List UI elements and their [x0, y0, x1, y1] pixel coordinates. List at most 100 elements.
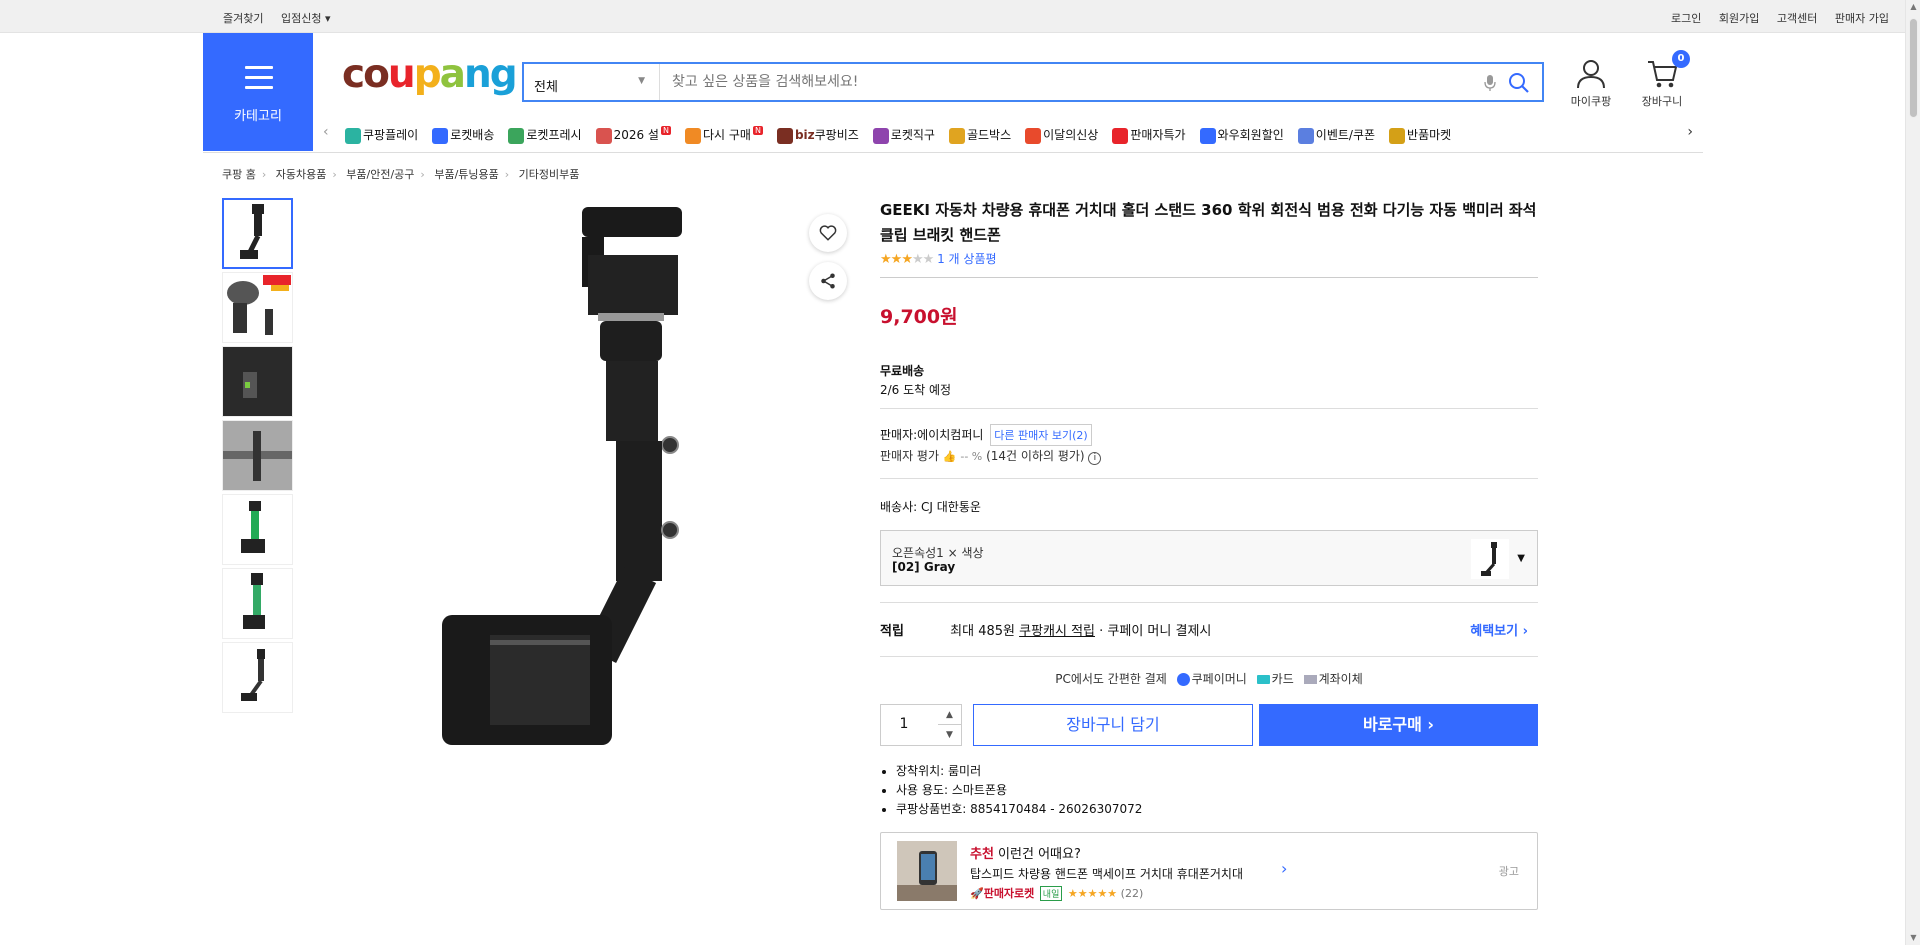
product-price: 9,700원	[880, 306, 958, 328]
user-icon	[1577, 60, 1605, 89]
search-category-select[interactable]: 전체 ▼	[524, 64, 660, 100]
breadcrumb-item[interactable]: 쿠팡 홈	[222, 168, 256, 181]
breadcrumb-item[interactable]: 기타정비부품	[519, 168, 580, 181]
quantity-increase-icon[interactable]: ▲	[938, 705, 961, 725]
main-product-image[interactable]	[430, 195, 760, 755]
recommendation-name: 탑스피드 차량용 핸드폰 맥세이프 거치대 휴대폰거치대	[970, 867, 1243, 881]
nav-item-9[interactable]: 이달의신상	[1025, 126, 1098, 144]
nav-item-12[interactable]: 이벤트/쿠폰	[1297, 126, 1375, 144]
mypage-button[interactable]: 마이쿠팡	[1561, 58, 1621, 109]
nav-item-5[interactable]: 다시 구매 N	[684, 126, 763, 144]
divider	[880, 478, 1538, 479]
nav-item-icon	[1389, 127, 1406, 144]
spec-item: 쿠팡상품번호: 8854170484 - 26026307072	[896, 800, 1142, 819]
wishlist-button[interactable]	[809, 214, 847, 252]
points-row: 적립 최대 485원 쿠팡캐시 적립 · 쿠페이 머니 결제시 혜택보기 ›	[880, 620, 1538, 639]
benefit-link[interactable]: 혜택보기 ›	[1470, 620, 1528, 639]
nav-prev-arrow-icon[interactable]: ‹	[323, 124, 329, 140]
coupang-cash-link[interactable]: 쿠팡캐시 적립	[1019, 624, 1095, 639]
recommendation-image	[897, 841, 957, 901]
title-divider	[880, 277, 1538, 278]
nav-item-7[interactable]: 로켓직구	[872, 126, 935, 144]
microphone-icon[interactable]	[1484, 74, 1496, 96]
buy-now-button[interactable]: 바로구매 ›	[1259, 704, 1538, 746]
seller-row: 판매자:에이치컴퍼니 다른 판매자 보기(2)	[880, 424, 1092, 446]
spec-item: 장착위치: 룸미러	[896, 762, 1142, 781]
breadcrumb-item[interactable]: 부품/안전/공구	[346, 168, 414, 181]
chevron-down-icon: ▼	[1517, 553, 1525, 564]
login-link[interactable]: 로그인	[1671, 12, 1701, 25]
nav-item-icon	[872, 127, 889, 144]
coupang-logo[interactable]: coupang	[342, 52, 518, 97]
category-menu-button[interactable]: 카테고리	[203, 33, 313, 151]
customer-center-link[interactable]: 고객센터	[1777, 12, 1817, 25]
scroll-down-arrow-icon[interactable]: ▼	[1909, 933, 1918, 943]
seller-rocket-badge: 🚀판매자로켓	[970, 887, 1035, 900]
option-select[interactable]: 오픈속성1 × 색상 [02] Gray ▼	[880, 530, 1538, 586]
scroll-up-arrow-icon[interactable]: ▲	[1909, 2, 1918, 12]
nav-item-8[interactable]: 골드박스	[948, 126, 1011, 144]
nav-item-10[interactable]: 판매자특가	[1112, 126, 1186, 144]
nav-next-arrow-icon[interactable]: ›	[1681, 124, 1693, 140]
thumbnail-4[interactable]	[222, 420, 293, 491]
nav-divider	[203, 152, 1703, 153]
add-to-cart-button[interactable]: 장바구니 담기	[973, 704, 1253, 746]
bookmark-link[interactable]: 즐겨찾기	[223, 12, 263, 25]
other-sellers-button[interactable]: 다른 판매자 보기(2)	[990, 424, 1092, 446]
shipping-date: 2/6 도착 예정	[880, 383, 952, 397]
nav-item-icon	[1297, 127, 1314, 144]
info-icon[interactable]: i	[1088, 452, 1102, 465]
signup-link[interactable]: 회원가입	[1719, 12, 1759, 25]
nav-item-3[interactable]: 로켓프레시	[508, 126, 582, 144]
breadcrumb-item[interactable]: 부품/튜닝용품	[434, 168, 498, 181]
thumbnail-7[interactable]	[222, 642, 293, 713]
category-label: 카테고리	[234, 109, 282, 124]
option-thumbnail	[1471, 539, 1509, 579]
top-utility-bar: 즐겨찾기 입점신청 ▾ 로그인 회원가입 고객센터 판매자 가입	[0, 0, 1905, 33]
ad-label: 광고	[1498, 865, 1519, 878]
thumbnail-1[interactable]	[222, 198, 293, 269]
share-icon	[821, 273, 835, 289]
card-icon	[1256, 675, 1270, 684]
share-button[interactable]	[809, 262, 847, 300]
nav-item-2[interactable]: 로켓배송	[432, 126, 494, 144]
divider	[880, 408, 1538, 409]
nav-item-6[interactable]: biz쿠팡비즈	[776, 126, 859, 144]
nav-item-icon	[1025, 127, 1042, 144]
chevron-right-icon[interactable]: ›	[1281, 859, 1287, 878]
scrollbar-thumb[interactable]	[1909, 18, 1918, 118]
quantity-input[interactable]: 1	[880, 704, 928, 746]
bank-icon	[1303, 675, 1317, 684]
seller-rating-row: 판매자 평가 👍 -- % (14건 이하의 평가) i	[880, 447, 1102, 465]
hamburger-icon	[245, 66, 273, 96]
seller-signup-link[interactable]: 판매자 가입	[1835, 12, 1889, 25]
nav-item-icon	[1199, 127, 1216, 144]
breadcrumb-item[interactable]: 자동차용품	[276, 168, 327, 181]
thumbnail-2[interactable]	[222, 272, 293, 343]
tomorrow-badge: 내일	[1039, 886, 1063, 901]
rating-stars: ★★★★★	[1067, 887, 1118, 900]
new-badge: N	[660, 126, 671, 135]
thumbnail-3[interactable]	[222, 346, 293, 417]
quantity-decrease-icon[interactable]: ▼	[938, 725, 961, 745]
thumbnail-6[interactable]	[222, 568, 293, 639]
nav-item-icon	[432, 127, 449, 144]
category-shortcut-nav: ‹ 쿠팡플레이 로켓배송 로켓프레시 2026 설 N 다시 구매 N biz쿠팡비즈 로켓직구…	[323, 118, 1693, 152]
product-thumbnails	[222, 198, 293, 716]
nav-item-icon	[595, 127, 612, 144]
nav-item-13[interactable]: 반품마켓	[1389, 126, 1451, 144]
nav-item-4[interactable]: 2026 설N	[595, 126, 671, 144]
spec-item: 사용 용도: 스마트폰용	[896, 781, 1142, 800]
nav-item-icon	[1112, 127, 1129, 144]
recommendation-card[interactable]: 추천 이런건 어때요? 탑스피드 차량용 핸드폰 맥세이프 거치대 휴대폰거치대…	[880, 832, 1538, 910]
page-scrollbar[interactable]: ▲ ▼	[1905, 0, 1920, 945]
nav-item-icon	[508, 127, 525, 144]
thumbnail-5[interactable]	[222, 494, 293, 565]
seller-apply-link[interactable]: 입점신청 ▾	[281, 12, 331, 25]
nav-item-1[interactable]: 쿠팡플레이	[345, 126, 418, 144]
seller-name[interactable]: 에이치컴퍼니	[917, 428, 983, 442]
search-input[interactable]	[664, 64, 1464, 100]
review-count-link[interactable]: 1 개 상품평	[937, 252, 996, 266]
nav-item-11[interactable]: 와우회원할인	[1199, 126, 1284, 144]
search-icon[interactable]	[1508, 72, 1530, 98]
